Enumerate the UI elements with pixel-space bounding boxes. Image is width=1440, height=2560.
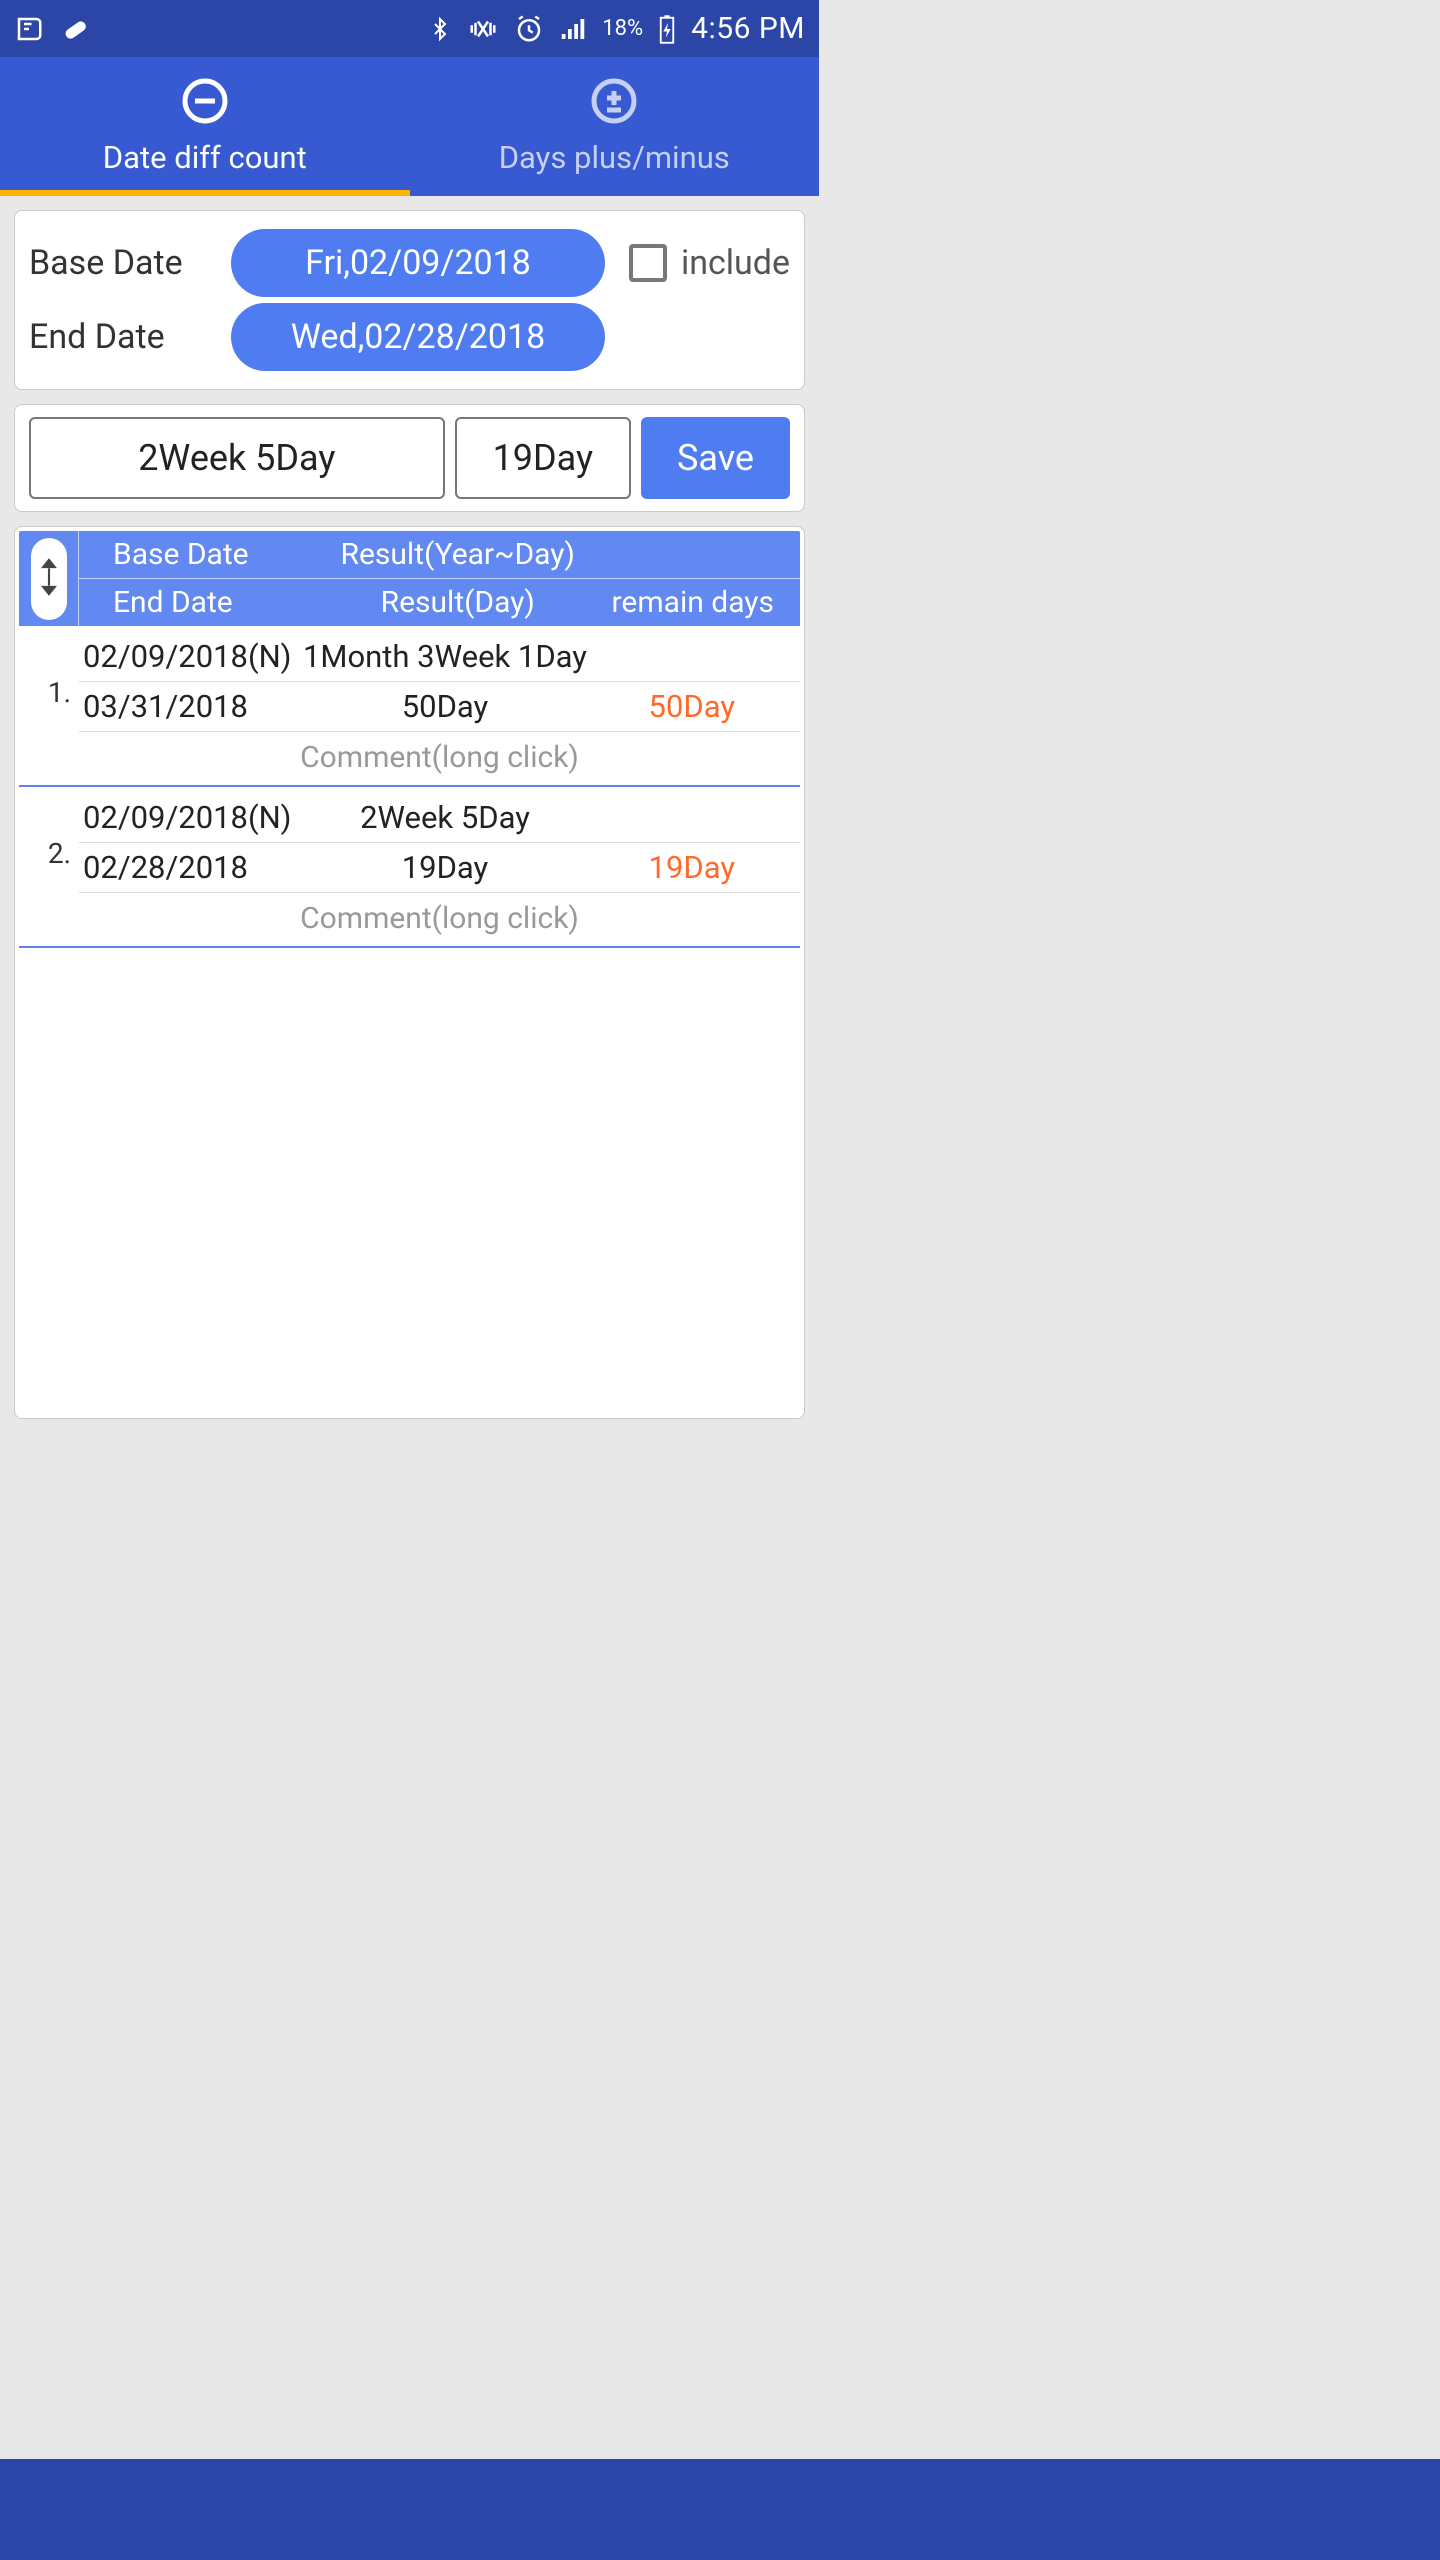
th-result-day: Result(Day) [322, 585, 594, 620]
row-number: 1. [19, 632, 79, 709]
cell-result-long: 2Week 5Day [302, 799, 587, 836]
cell-result-long: 1Month 3Week 1Day [302, 638, 587, 675]
tab-label: Date diff count [103, 139, 307, 176]
end-date-label: End Date [29, 317, 219, 357]
result-days-box[interactable]: 19Day [455, 417, 631, 499]
sort-arrows-icon [40, 557, 58, 601]
table-empty-area [19, 948, 800, 1418]
result-card: 2Week 5Day 19Day Save [14, 404, 805, 512]
end-date-button[interactable]: Wed,02/28/2018 [231, 303, 605, 371]
cell-base-date: 02/09/2018(N) [83, 799, 302, 836]
cell-result-day: 50Day [302, 688, 587, 725]
base-date-button[interactable]: Fri,02/09/2018 [231, 229, 605, 297]
vibrate-icon [466, 14, 500, 44]
tab-bar: Date diff count Days plus/minus [0, 57, 819, 196]
include-label: include [681, 243, 790, 283]
th-result-long: Result(Year~Day) [322, 537, 594, 572]
date-input-card: Base Date Fri,02/09/2018 include End Dat… [14, 210, 805, 390]
tab-days-plusminus[interactable]: Days plus/minus [410, 57, 820, 196]
cell-remain: 50Day [588, 688, 796, 725]
battery-charging-icon [657, 14, 677, 44]
save-button[interactable]: Save [641, 417, 790, 499]
clock-text: 4:56 PM [691, 11, 805, 46]
row-number: 2. [19, 793, 79, 870]
history-card: Base Date Result(Year~Day) End Date Resu… [14, 526, 805, 1419]
th-base-date: Base Date [87, 537, 322, 572]
plusminus-circle-icon [590, 77, 638, 133]
tab-date-diff[interactable]: Date diff count [0, 57, 410, 196]
cell-base-date: 02/09/2018(N) [83, 638, 302, 675]
tab-label: Days plus/minus [499, 139, 730, 176]
footer-bar [0, 2459, 1440, 2560]
table-row[interactable]: 1. 02/09/2018(N) 1Month 3Week 1Day 03/31… [19, 626, 800, 787]
th-end-date: End Date [87, 585, 322, 620]
cell-remain: 19Day [588, 849, 796, 886]
status-bar: 18% 4:56 PM [0, 0, 819, 57]
th-remain: remain days [594, 585, 792, 620]
cell-end-date: 02/28/2018 [83, 849, 302, 886]
result-long-box[interactable]: 2Week 5Day [29, 417, 445, 499]
alarm-icon [514, 14, 544, 44]
comment-placeholder[interactable]: Comment(long click) [79, 732, 800, 785]
cell-end-date: 03/31/2018 [83, 688, 302, 725]
cell-result-day: 19Day [302, 849, 587, 886]
table-row[interactable]: 2. 02/09/2018(N) 2Week 5Day 02/28/2018 1… [19, 787, 800, 948]
carrier-icon [14, 14, 44, 44]
bluetooth-icon [428, 14, 452, 44]
comment-placeholder[interactable]: Comment(long click) [79, 893, 800, 946]
minus-circle-icon [181, 77, 229, 133]
signal-icon [558, 14, 588, 44]
sort-handle[interactable] [19, 531, 79, 626]
pill-icon [60, 14, 90, 44]
include-checkbox[interactable] [629, 244, 667, 282]
base-date-label: Base Date [29, 243, 219, 283]
table-header: Base Date Result(Year~Day) End Date Resu… [19, 531, 800, 626]
battery-percent: 18% [602, 16, 643, 41]
